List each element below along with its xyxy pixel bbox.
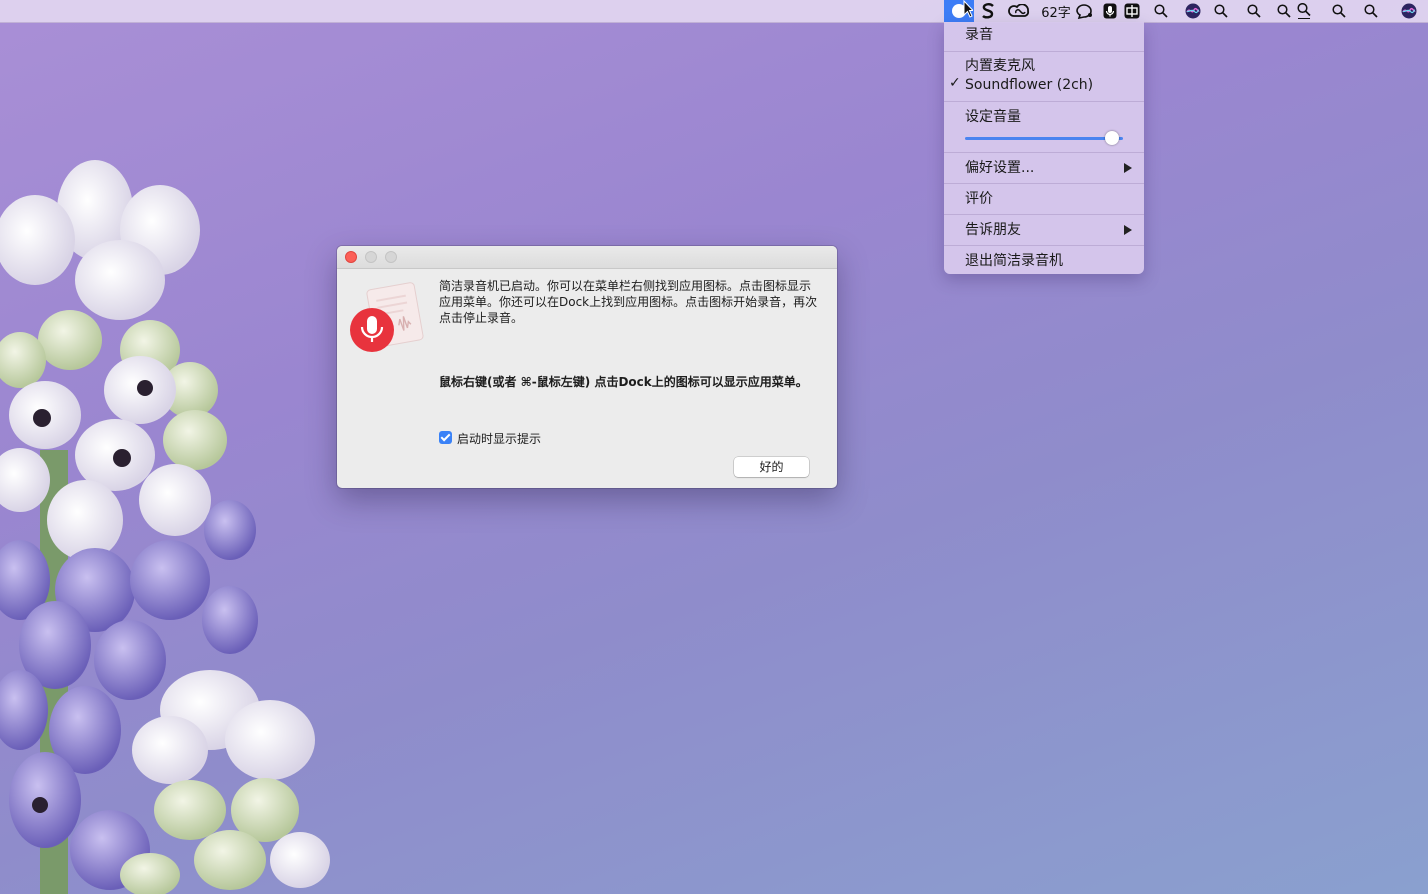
menu-separator bbox=[944, 51, 1144, 52]
recorder-menu: 录音 内置麦克风 ✓ Soundflower (2ch) 设定音量 偏好设置..… bbox=[944, 22, 1144, 274]
menu-bar: 62字 bbox=[0, 0, 1428, 23]
microphone-icon[interactable] bbox=[1100, 0, 1120, 22]
ok-button[interactable]: 好的 bbox=[734, 457, 809, 477]
siri-icon[interactable] bbox=[1398, 0, 1420, 22]
volume-slider-track[interactable] bbox=[965, 137, 1123, 140]
search-icon[interactable] bbox=[1210, 0, 1232, 22]
creative-cloud-icon[interactable] bbox=[1006, 0, 1032, 22]
menu-separator bbox=[944, 214, 1144, 215]
show-tips-label[interactable]: 启动时显示提示 bbox=[457, 430, 541, 447]
dialog-titlebar[interactable] bbox=[337, 246, 837, 269]
checkmark-icon: ✓ bbox=[949, 75, 961, 91]
menu-item-tell-friends[interactable]: 告诉朋友 bbox=[965, 220, 1021, 240]
search-icon[interactable] bbox=[1243, 0, 1265, 22]
search-icon[interactable] bbox=[1360, 0, 1382, 22]
welcome-dialog: 简洁录音机已启动。你可以在菜单栏右侧找到应用图标。点击图标显示应用菜单。你还可以… bbox=[337, 246, 837, 488]
menu-separator bbox=[944, 152, 1144, 153]
volume-slider-knob[interactable] bbox=[1104, 131, 1119, 145]
minimize-button bbox=[365, 251, 377, 263]
menu-separator bbox=[944, 245, 1144, 246]
menu-item-builtin-mic[interactable]: 内置麦克风 bbox=[965, 56, 1035, 76]
menu-item-record[interactable]: 录音 bbox=[965, 25, 993, 45]
wallpaper-flowers bbox=[0, 160, 330, 894]
word-count-label[interactable]: 62字 bbox=[1040, 0, 1072, 22]
recorder-app-icon bbox=[350, 282, 424, 352]
search-icon[interactable] bbox=[1293, 0, 1315, 22]
search-icon[interactable] bbox=[1328, 0, 1350, 22]
mouse-cursor-icon bbox=[963, 0, 973, 18]
show-tips-checkbox[interactable] bbox=[439, 431, 452, 444]
menu-separator bbox=[944, 101, 1144, 102]
close-button[interactable] bbox=[345, 251, 357, 263]
input-method-icon[interactable] bbox=[1122, 0, 1142, 22]
submenu-arrow-icon bbox=[1124, 225, 1132, 235]
menu-item-preferences[interactable]: 偏好设置... bbox=[965, 158, 1034, 178]
search-icon[interactable] bbox=[1150, 0, 1172, 22]
chat-bubble-icon[interactable] bbox=[1072, 0, 1096, 22]
dialog-message: 简洁录音机已启动。你可以在菜单栏右侧找到应用图标。点击图标显示应用菜单。你还可以… bbox=[439, 279, 818, 325]
siri-icon[interactable] bbox=[1182, 0, 1204, 22]
dialog-message-hint: 鼠标右键(或者 ⌘-鼠标左键) 点击Dock上的图标可以显示应用菜单。 bbox=[439, 375, 808, 389]
submenu-arrow-icon bbox=[1124, 163, 1132, 173]
menu-item-soundflower[interactable]: Soundflower (2ch) bbox=[965, 75, 1093, 95]
menu-item-set-volume: 设定音量 bbox=[965, 109, 1021, 125]
menu-separator bbox=[944, 183, 1144, 184]
menu-item-quit[interactable]: 退出简洁录音机 bbox=[965, 251, 1063, 271]
s-app-icon[interactable] bbox=[978, 0, 998, 22]
search-icon[interactable] bbox=[1273, 0, 1295, 22]
zoom-button bbox=[385, 251, 397, 263]
menu-item-rate[interactable]: 评价 bbox=[965, 189, 993, 209]
